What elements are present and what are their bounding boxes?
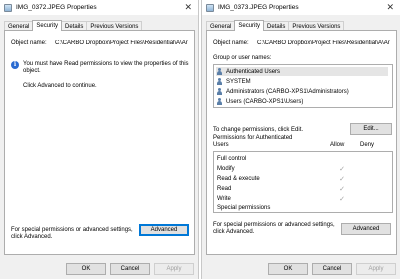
info-message: You must have Read permissions to view t… [23,61,189,74]
object-name-value[interactable]: C:\CARBO Dropbox\Project Files\Residenti… [55,40,192,46]
group-item-authenticated-users[interactable]: Authenticated Users [216,67,388,76]
security-panel: Object name: C:\CARBO Dropbox\Project Fi… [4,30,195,255]
permission-name: Read & execute [217,176,260,182]
user-group-icon [216,98,223,105]
special-permissions-text: For special permissions or advanced sett… [11,227,133,240]
advanced-button[interactable]: Advanced [139,224,189,236]
group-item-label: Administrators (CARBO-XPS1\Administrator… [226,88,349,95]
permission-name: Write [217,196,231,202]
user-group-icon [216,68,223,75]
window-title: IMG_0372.JPEG Properties [16,4,97,11]
cancel-button[interactable]: Cancel [110,263,150,275]
user-group-icon [216,88,223,95]
permission-name: Modify [217,166,235,172]
title-bar[interactable]: IMG_0373.JPEG Properties ✕ [202,0,400,15]
allow-column-header: Allow [330,142,345,148]
object-name-label: Object name: [213,40,249,46]
ok-button[interactable]: OK [268,263,308,275]
group-list-label: Group or user names: [213,55,272,61]
window-title: IMG_0373.JPEG Properties [218,4,299,11]
close-icon[interactable]: ✕ [184,2,192,13]
deny-column-header: Deny [360,142,375,148]
group-user-list[interactable]: Authenticated Users SYSTEM Administrator… [213,64,393,108]
info-icon: i [11,61,19,69]
group-item-users[interactable]: Users (CARBO-XPS1\Users) [216,97,388,106]
group-item-administrators[interactable]: Administrators (CARBO-XPS1\Administrator… [216,87,388,96]
allow-check: ✓ [339,186,345,193]
image-file-icon [4,3,12,12]
allow-check: ✓ [339,176,345,183]
permission-name: Full control [217,156,247,162]
info-advanced-text: Click Advanced to continue. [23,83,97,89]
image-file-icon [206,3,214,12]
object-name-value[interactable]: C:\CARBO Dropbox\Project Files\Residenti… [257,40,394,46]
right-properties-window: IMG_0373.JPEG Properties ✕ General Secur… [201,0,400,279]
permission-name: Read [217,186,232,192]
close-icon[interactable]: ✕ [386,2,394,13]
apply-button[interactable]: Apply [154,263,194,275]
group-item-label: Authenticated Users [226,68,281,75]
title-bar[interactable]: IMG_0372.JPEG Properties ✕ [0,0,198,15]
permission-row: Read ✓ [217,184,391,194]
left-properties-window: IMG_0372.JPEG Properties ✕ General Secur… [0,0,199,279]
permissions-for-label: Permissions for Authenticated [213,135,293,141]
allow-check: ✓ [339,196,345,203]
allow-check: ✓ [339,166,345,173]
group-item-label: Users (CARBO-XPS1\Users) [226,98,304,105]
group-item-system[interactable]: SYSTEM [216,77,388,86]
advanced-button[interactable]: Advanced [341,223,391,235]
group-item-label: SYSTEM [226,78,251,85]
edit-button[interactable]: Edit... [350,123,392,135]
change-permissions-text: To change permissions, click Edit. [213,127,304,133]
security-panel: Object name: C:\CARBO Dropbox\Project Fi… [206,30,397,255]
permissions-table: Full control Modify ✓ Read & execute ✓ R… [213,151,393,213]
tab-security[interactable]: Security [234,20,265,31]
permission-name: Special permissions [217,205,271,211]
permission-row: Full control [217,154,391,164]
special-permissions-text: For special permissions or advanced sett… [213,222,335,235]
permission-row: Special permissions [217,203,391,213]
ok-button[interactable]: OK [66,263,106,275]
permission-row: Read & execute ✓ [217,174,391,184]
tab-security[interactable]: Security [32,20,63,31]
permission-row: Modify ✓ [217,164,391,174]
user-group-icon [216,78,223,85]
cancel-button[interactable]: Cancel [312,263,352,275]
object-name-label: Object name: [11,40,47,46]
apply-button[interactable]: Apply [356,263,396,275]
